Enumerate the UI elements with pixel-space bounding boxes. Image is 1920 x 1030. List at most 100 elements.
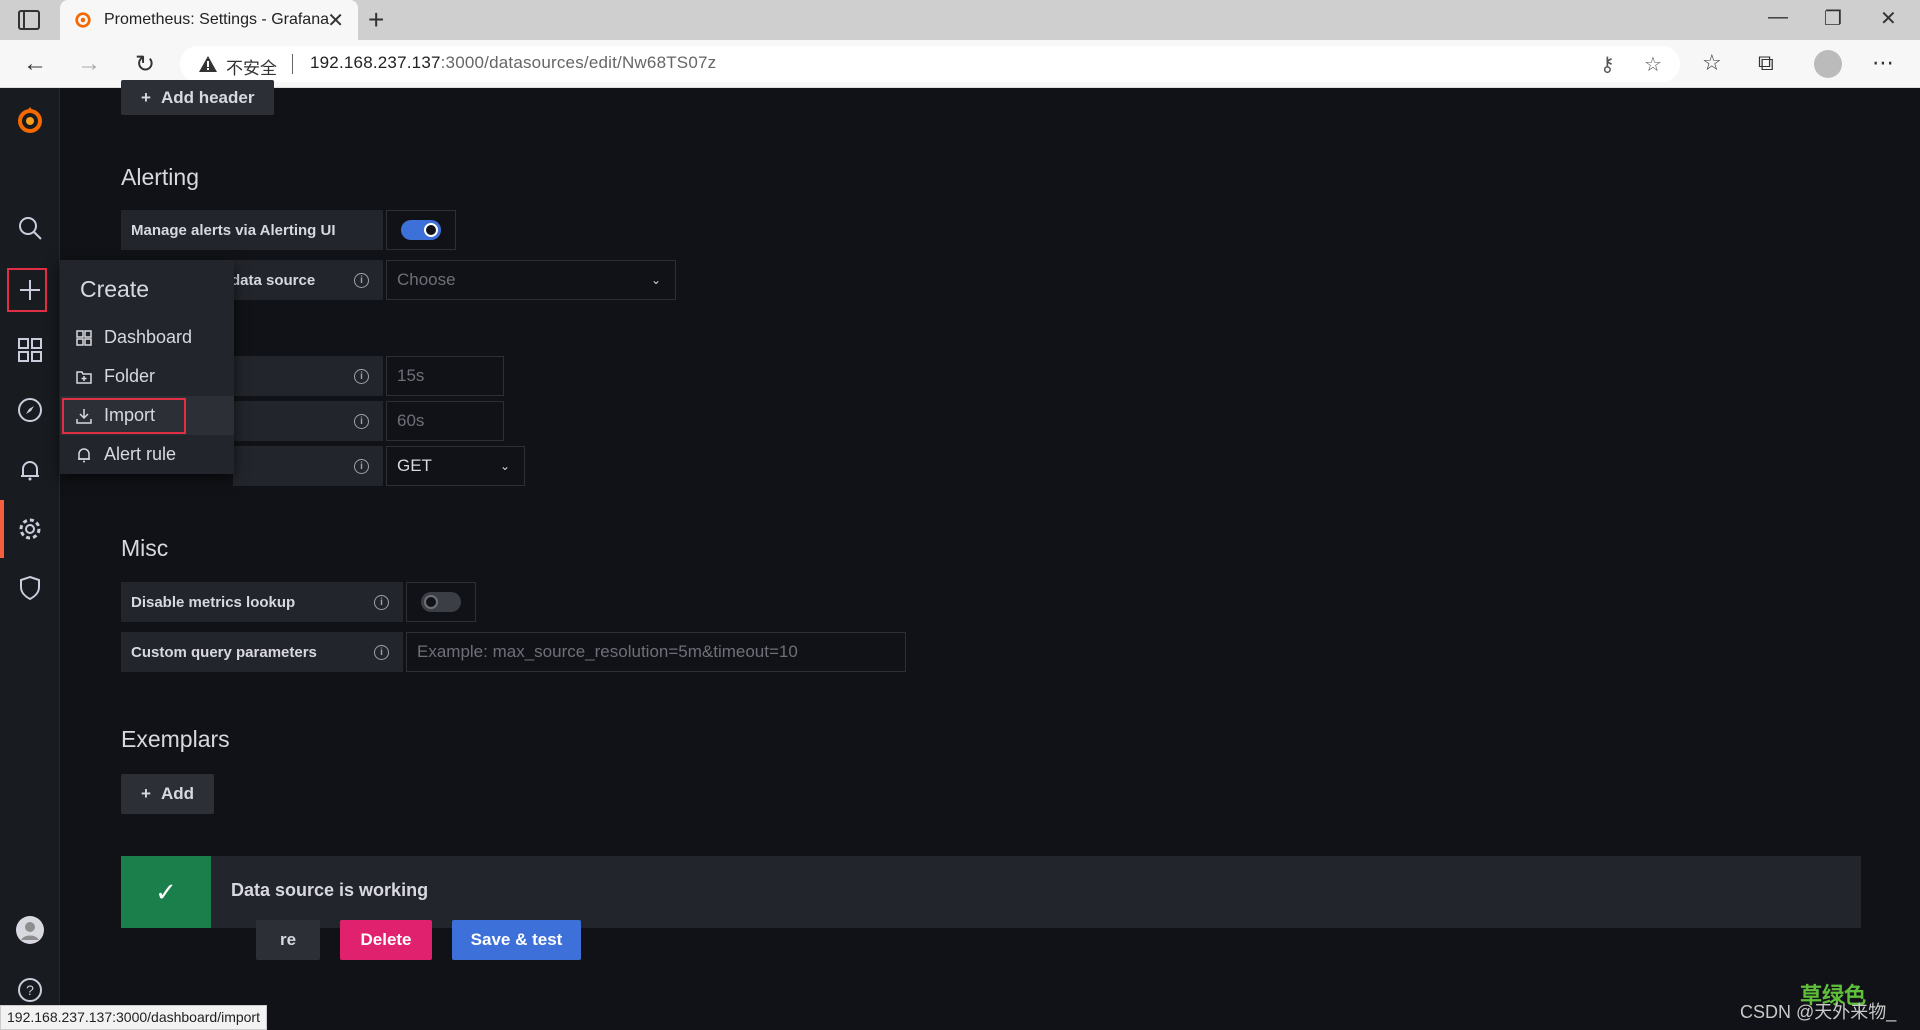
reload-icon[interactable]: ↻ — [130, 50, 160, 79]
chevron-down-icon: ⌄ — [650, 273, 661, 287]
flyout-title: Create — [60, 260, 234, 318]
browser-toolbar: ← → ↻ 不安全 192.168.237.137:3000/datasourc… — [0, 40, 1920, 88]
status-link-preview: 192.168.237.137:3000/dashboard/import — [0, 1005, 267, 1030]
insecure-label[interactable]: 不安全 — [226, 54, 277, 79]
menu-item-label: Alert rule — [104, 444, 177, 464]
misc-heading: Misc — [121, 535, 169, 561]
menu-item-dashboard[interactable]: Dashboard — [60, 318, 234, 357]
dashboard-grid-icon — [74, 328, 94, 348]
import-highlight — [62, 398, 186, 434]
favorite-add-icon[interactable]: ☆ — [1644, 52, 1662, 77]
disable-metrics-toggle[interactable] — [421, 592, 461, 612]
configuration-gear-icon[interactable] — [14, 513, 46, 545]
http-method-select[interactable]: GET ⌄ — [386, 446, 525, 486]
save-test-label: Save & test — [470, 930, 563, 949]
tab-title: Prometheus: Settings - Grafana — [104, 11, 329, 28]
watermark-text: CSDN @天外来物_ — [1740, 1002, 1897, 1022]
plus-icon: + — [141, 784, 151, 803]
check-icon: ✓ — [121, 856, 211, 928]
close-window-icon[interactable]: ✕ — [1880, 6, 1897, 31]
search-icon[interactable] — [14, 212, 46, 244]
info-icon[interactable]: i — [374, 645, 389, 660]
back-icon[interactable]: ← — [20, 50, 50, 78]
custom-params-input[interactable]: Example: max_source_resolution=5m&timeou… — [406, 632, 906, 672]
help-icon[interactable]: ? — [14, 974, 46, 1006]
profile-avatar[interactable] — [1814, 50, 1842, 78]
query-timeout-placeholder: 60s — [397, 411, 425, 430]
toggle-knob — [424, 595, 438, 609]
dashboards-icon[interactable] — [14, 334, 46, 366]
warning-icon[interactable] — [198, 54, 218, 74]
add-header-button[interactable]: + Add header — [121, 80, 275, 115]
tab-close-icon[interactable]: ✕ — [327, 8, 344, 33]
menu-item-folder[interactable]: Folder — [60, 357, 234, 396]
select-placeholder: Choose — [397, 270, 456, 289]
menu-item-label: Folder — [104, 366, 156, 386]
restore-icon[interactable]: ❐ — [1824, 6, 1842, 31]
toggle-knob — [424, 223, 438, 237]
chevron-down-icon: ⌄ — [499, 459, 510, 473]
url-divider — [292, 54, 293, 74]
custom-params-placeholder: Example: max_source_resolution=5m&timeou… — [417, 642, 798, 661]
forward-icon[interactable]: → — [74, 50, 104, 78]
scrape-interval-placeholder: 15s — [397, 366, 425, 385]
browser-tab[interactable]: Prometheus: Settings - Grafana ✕ — [60, 0, 358, 40]
back-button[interactable]: re — [256, 920, 320, 960]
favorites-icon[interactable]: ☆ — [1702, 50, 1722, 76]
custom-params-label: Custom query parameters — [121, 632, 403, 672]
folder-plus-icon — [74, 367, 94, 387]
manage-alerts-toggle-wrap — [386, 210, 456, 250]
plus-icon: + — [141, 87, 151, 107]
url-text[interactable]: 192.168.237.137:3000/datasources/edit/Nw… — [310, 53, 716, 73]
info-icon[interactable]: i — [354, 273, 369, 288]
grafana-logo-icon[interactable] — [14, 104, 46, 136]
delete-button[interactable]: Delete — [340, 920, 432, 960]
add-exemplar-label: Add — [160, 784, 194, 803]
plus-icon[interactable] — [14, 274, 46, 306]
minimize-icon[interactable]: — — [1768, 6, 1788, 29]
info-icon[interactable]: i — [374, 595, 389, 610]
manage-alerts-label: Manage alerts via Alerting UI — [121, 210, 383, 250]
delete-label: Delete — [360, 930, 412, 949]
server-admin-shield-icon[interactable] — [14, 572, 46, 604]
collections-icon[interactable]: ⧉ — [1758, 50, 1774, 76]
info-icon[interactable]: i — [354, 459, 369, 474]
manage-alerts-toggle[interactable] — [401, 220, 441, 240]
more-options-icon[interactable]: ⋯ — [1872, 50, 1894, 76]
exemplars-heading: Exemplars — [121, 726, 230, 752]
explore-icon[interactable] — [14, 394, 46, 426]
save-test-button[interactable]: Save & test — [452, 920, 581, 960]
create-flyout-menu: Create Dashboard Folder Import Alert rul… — [60, 260, 234, 474]
key-icon[interactable]: ⚷ — [1600, 52, 1615, 77]
disable-metrics-label: Disable metrics lookup — [121, 582, 403, 622]
address-bar[interactable]: 不安全 192.168.237.137:3000/datasources/edi… — [180, 46, 1680, 82]
back-button-label: re — [279, 930, 297, 949]
datasource-settings: + Add header Alerting Manage alerts via … — [90, 80, 1890, 1030]
info-icon[interactable]: i — [354, 369, 369, 384]
bell-icon — [74, 445, 94, 465]
query-timeout-input[interactable]: 60s — [386, 401, 504, 441]
svg-text:?: ? — [26, 982, 34, 998]
alerting-heading: Alerting — [121, 164, 199, 190]
new-tab-icon[interactable]: + — [368, 4, 384, 36]
success-alert: ✓ Data source is working — [121, 856, 1861, 928]
active-indicator — [0, 500, 4, 558]
menu-item-import[interactable]: Import — [60, 396, 234, 435]
browser-tab-bar: Prometheus: Settings - Grafana ✕ + — ❐ ✕ — [0, 0, 1920, 40]
grafana-favicon-icon — [75, 12, 91, 28]
tab-actions-icon[interactable] — [18, 10, 40, 30]
http-method-value: GET — [397, 456, 432, 475]
scrape-interval-input[interactable]: 15s — [386, 356, 504, 396]
menu-item-alert-rule[interactable]: Alert rule — [60, 435, 234, 474]
grafana-sidebar: ? — [0, 88, 60, 1030]
alert-message: Data source is working — [231, 880, 429, 900]
alertmanager-ds-select[interactable]: Choose ⌄ — [386, 260, 676, 300]
add-exemplar-button[interactable]: + Add — [121, 774, 214, 814]
url-path: :3000/datasources/edit/Nw68TS07z — [440, 53, 717, 72]
menu-item-label: Dashboard — [104, 327, 193, 347]
alerting-bell-icon[interactable] — [14, 454, 46, 486]
user-avatar[interactable] — [14, 914, 46, 946]
info-icon[interactable]: i — [354, 414, 369, 429]
add-header-label: Add header — [160, 87, 255, 107]
url-host: 192.168.237.137 — [310, 53, 441, 72]
